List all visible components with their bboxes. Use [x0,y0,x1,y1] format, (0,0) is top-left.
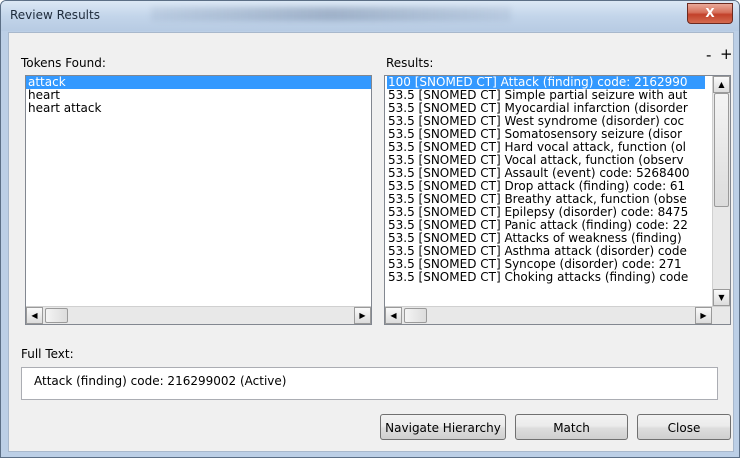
results-list: 100 [SNOMED CT] Attack (finding) code: 2… [385,76,705,284]
tokens-list: attack heart heart attack [26,76,371,115]
token-item[interactable]: heart attack [26,102,371,115]
results-hscroll-thumb[interactable] [404,308,427,323]
arrow-left-icon[interactable]: ◀ [385,307,402,324]
arrow-up-icon[interactable]: ▲ [713,76,730,93]
token-item[interactable]: attack [26,76,371,89]
results-vscroll-thumb[interactable] [714,93,729,207]
results-label: Results: [386,56,434,70]
arrow-right-icon[interactable]: ▶ [695,307,712,324]
results-hscrollbar[interactable]: ◀ ▶ [385,306,730,324]
full-text-label: Full Text: [21,347,74,361]
dialog-body: Tokens Found: attack heart heart attack ◀ … [8,32,734,452]
tokens-hscroll-thumb[interactable] [45,308,68,323]
minus-button[interactable]: - [706,46,711,64]
arrow-left-icon[interactable]: ◀ [26,307,43,324]
results-vscrollbar[interactable]: ▲ ▼ [712,76,730,306]
title-bar[interactable]: Review Results X [1,1,739,31]
tokens-listbox[interactable]: attack heart heart attack ◀ ▶ [25,75,372,325]
arrow-down-icon[interactable]: ▼ [713,289,730,306]
close-button[interactable]: Close [637,414,731,440]
full-text-field[interactable]: Attack (finding) code: 216299002 (Active… [21,367,718,400]
title-bar-background [151,7,511,21]
plus-button[interactable]: + [720,45,733,63]
result-item[interactable]: 53.5 [SNOMED CT] Choking attacks (findin… [387,271,705,284]
review-results-window: Review Results X Tokens Found: attack hea… [0,0,740,458]
match-button[interactable]: Match [515,414,628,440]
results-listbox[interactable]: 100 [SNOMED CT] Attack (finding) code: 2… [384,75,731,325]
close-icon: X [705,6,715,20]
window-close-button[interactable]: X [687,3,733,24]
arrow-right-icon[interactable]: ▶ [354,307,371,324]
tokens-hscrollbar[interactable]: ◀ ▶ [26,306,371,324]
navigate-hierarchy-button[interactable]: Navigate Hierarchy [380,414,506,440]
tokens-found-label: Tokens Found: [21,56,106,70]
window-title: Review Results [10,8,100,22]
